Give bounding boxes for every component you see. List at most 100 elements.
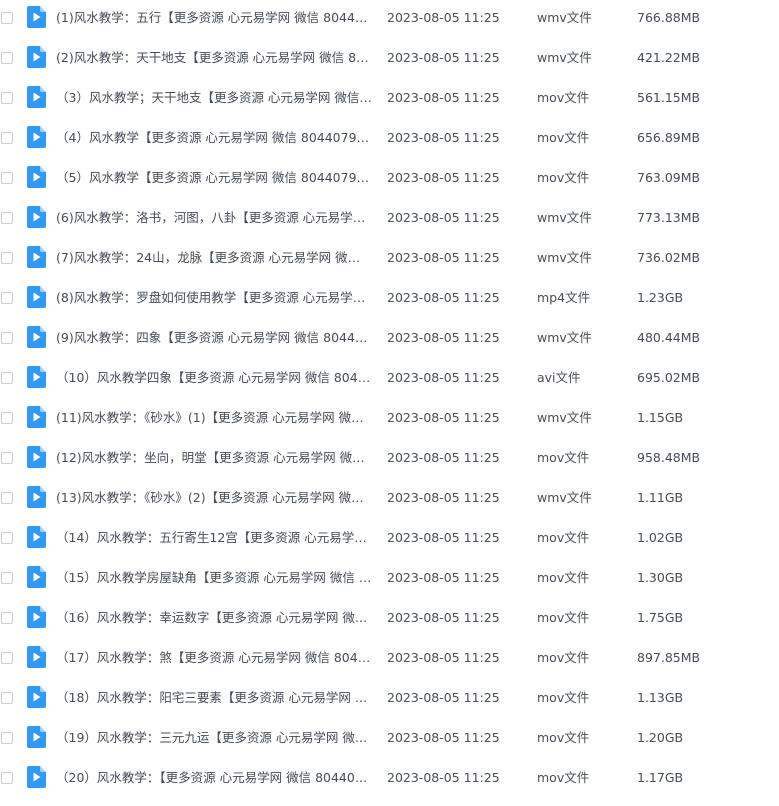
- file-name-link[interactable]: (8)风水教学：罗盘如何使用教学【更多资源 心元易学网 微信 804407916…: [56, 290, 372, 306]
- file-date: 2023-08-05 11:25: [387, 650, 500, 665]
- row-checkbox[interactable]: [1, 652, 13, 664]
- file-name-link[interactable]: （3）风水教学；天干地支【更多资源 心元易学网 微信 8044079161】: [56, 90, 372, 106]
- file-type: wmv文件: [537, 210, 592, 225]
- file-row[interactable]: （18）风水教学：阳宅三要素【更多资源 心元易学网 微信 8044079161】…: [0, 679, 779, 719]
- row-checkbox[interactable]: [1, 172, 13, 184]
- file-row[interactable]: （14）风水教学：五行寄生12宫【更多资源 心元易学网 微信 804407916…: [0, 519, 779, 559]
- file-name-link[interactable]: （19）风水教学：三元九运【更多资源 心元易学网 微信 8044079161】: [56, 730, 372, 746]
- file-size: 1.17GB: [637, 770, 684, 785]
- video-file-icon: [27, 286, 46, 308]
- file-row[interactable]: （20）风水教学：【更多资源 心元易学网 微信 8044079161】 2023…: [0, 759, 779, 799]
- row-checkbox[interactable]: [1, 692, 13, 704]
- file-name-link[interactable]: （15）风水教学房屋缺角【更多资源 心元易学网 微信 8044079161】: [56, 570, 372, 586]
- file-name-link[interactable]: （14）风水教学：五行寄生12宫【更多资源 心元易学网 微信 804407916…: [56, 530, 372, 546]
- row-checkbox[interactable]: [1, 572, 13, 584]
- file-date: 2023-08-05 11:25: [387, 730, 500, 745]
- row-checkbox[interactable]: [1, 612, 13, 624]
- row-checkbox[interactable]: [1, 52, 13, 64]
- file-row[interactable]: （5）风水教学【更多资源 心元易学网 微信 8044079161】 2023-0…: [0, 159, 779, 199]
- file-name-link[interactable]: (6)风水教学：洛书，河图，八卦【更多资源 心元易学网 微信 804407916…: [56, 210, 372, 226]
- row-checkbox[interactable]: [1, 92, 13, 104]
- file-type: wmv文件: [537, 250, 592, 265]
- row-checkbox[interactable]: [1, 292, 13, 304]
- file-date: 2023-08-05 11:25: [387, 370, 500, 385]
- file-date: 2023-08-05 11:25: [387, 530, 500, 545]
- video-file-icon: [27, 766, 46, 788]
- file-row[interactable]: (7)风水教学：24山，龙脉【更多资源 心元易学网 微信 8044079161】…: [0, 239, 779, 279]
- file-row[interactable]: （19）风水教学：三元九运【更多资源 心元易学网 微信 8044079161】 …: [0, 719, 779, 759]
- file-row[interactable]: （17）风水教学：煞【更多资源 心元易学网 微信 8044079161】 202…: [0, 639, 779, 679]
- file-size: 561.15MB: [637, 90, 701, 105]
- file-row[interactable]: （10）风水教学四象【更多资源 心元易学网 微信 8044079161】 202…: [0, 359, 779, 399]
- video-file-icon: [27, 6, 46, 28]
- file-name-link[interactable]: (13)风水教学：《砂水》(2)【更多资源 心元易学网 微信 804407916…: [56, 490, 372, 506]
- file-size: 1.13GB: [637, 690, 684, 705]
- file-size: 1.02GB: [637, 530, 684, 545]
- file-date: 2023-08-05 11:25: [387, 170, 500, 185]
- row-checkbox[interactable]: [1, 132, 13, 144]
- file-row[interactable]: (2)风水教学：天干地支【更多资源 心元易学网 微信 8044079161】 2…: [0, 39, 779, 79]
- file-size: 656.89MB: [637, 130, 701, 145]
- file-row[interactable]: (1)风水教学：五行【更多资源 心元易学网 微信 8044079161】 202…: [0, 0, 779, 39]
- file-date: 2023-08-05 11:25: [387, 50, 500, 65]
- file-row[interactable]: (6)风水教学：洛书，河图，八卦【更多资源 心元易学网 微信 804407916…: [0, 199, 779, 239]
- row-checkbox[interactable]: [1, 212, 13, 224]
- file-name-link[interactable]: (7)风水教学：24山，龙脉【更多资源 心元易学网 微信 8044079161】: [56, 250, 372, 266]
- file-row[interactable]: （4）风水教学【更多资源 心元易学网 微信 8044079161】 2023-0…: [0, 119, 779, 159]
- file-name-link[interactable]: （20）风水教学：【更多资源 心元易学网 微信 8044079161】: [56, 770, 372, 786]
- file-size: 773.13MB: [637, 210, 701, 225]
- file-size: 480.44MB: [637, 330, 701, 345]
- file-type: mov文件: [537, 610, 590, 625]
- video-file-icon: [27, 406, 46, 428]
- file-type: mp4文件: [537, 290, 591, 305]
- row-checkbox[interactable]: [1, 732, 13, 744]
- video-file-icon: [27, 166, 46, 188]
- file-date: 2023-08-05 11:25: [387, 130, 500, 145]
- video-file-icon: [27, 486, 46, 508]
- file-date: 2023-08-05 11:25: [387, 330, 500, 345]
- file-size: 695.02MB: [637, 370, 701, 385]
- file-type: mov文件: [537, 690, 590, 705]
- file-name-link[interactable]: （17）风水教学：煞【更多资源 心元易学网 微信 8044079161】: [56, 650, 372, 666]
- video-file-icon: [27, 366, 46, 388]
- row-checkbox[interactable]: [1, 772, 13, 784]
- file-size: 766.88MB: [637, 10, 701, 25]
- file-size: 421.22MB: [637, 50, 701, 65]
- file-row[interactable]: (12)风水教学：坐向，明堂【更多资源 心元易学网 微信 8044079161】…: [0, 439, 779, 479]
- row-checkbox[interactable]: [1, 12, 13, 24]
- row-checkbox[interactable]: [1, 532, 13, 544]
- file-size: 763.09MB: [637, 170, 701, 185]
- file-name-link[interactable]: （16）风水教学：幸运数字【更多资源 心元易学网 微信 8044079161】: [56, 610, 372, 626]
- file-type: wmv文件: [537, 410, 592, 425]
- video-file-icon: [27, 46, 46, 68]
- file-name-link[interactable]: （10）风水教学四象【更多资源 心元易学网 微信 8044079161】: [56, 370, 372, 386]
- row-checkbox[interactable]: [1, 412, 13, 424]
- file-name-link[interactable]: (11)风水教学：《砂水》(1)【更多资源 心元易学网 微信 804407916…: [56, 410, 372, 426]
- file-date: 2023-08-05 11:25: [387, 690, 500, 705]
- file-row[interactable]: (8)风水教学：罗盘如何使用教学【更多资源 心元易学网 微信 804407916…: [0, 279, 779, 319]
- row-checkbox[interactable]: [1, 252, 13, 264]
- file-name-link[interactable]: （18）风水教学：阳宅三要素【更多资源 心元易学网 微信 8044079161】: [56, 690, 372, 706]
- file-size: 1.20GB: [637, 730, 684, 745]
- file-row[interactable]: (11)风水教学：《砂水》(1)【更多资源 心元易学网 微信 804407916…: [0, 399, 779, 439]
- file-name-link[interactable]: (12)风水教学：坐向，明堂【更多资源 心元易学网 微信 8044079161】: [56, 450, 372, 466]
- file-type: wmv文件: [537, 10, 592, 25]
- file-name-link[interactable]: （5）风水教学【更多资源 心元易学网 微信 8044079161】: [56, 170, 372, 186]
- video-file-icon: [27, 526, 46, 548]
- row-checkbox[interactable]: [1, 372, 13, 384]
- file-row[interactable]: （15）风水教学房屋缺角【更多资源 心元易学网 微信 8044079161】 2…: [0, 559, 779, 599]
- file-row[interactable]: (9)风水教学：四象【更多资源 心元易学网 微信 8044079161】 202…: [0, 319, 779, 359]
- file-date: 2023-08-05 11:25: [387, 490, 500, 505]
- file-row[interactable]: （3）风水教学；天干地支【更多资源 心元易学网 微信 8044079161】 2…: [0, 79, 779, 119]
- file-row[interactable]: (13)风水教学：《砂水》(2)【更多资源 心元易学网 微信 804407916…: [0, 479, 779, 519]
- file-name-link[interactable]: （4）风水教学【更多资源 心元易学网 微信 8044079161】: [56, 130, 372, 146]
- file-row[interactable]: （16）风水教学：幸运数字【更多资源 心元易学网 微信 8044079161】 …: [0, 599, 779, 639]
- row-checkbox[interactable]: [1, 332, 13, 344]
- row-checkbox[interactable]: [1, 492, 13, 504]
- file-date: 2023-08-05 11:25: [387, 290, 500, 305]
- file-date: 2023-08-05 11:25: [387, 410, 500, 425]
- file-name-link[interactable]: (1)风水教学：五行【更多资源 心元易学网 微信 8044079161】: [56, 10, 372, 26]
- file-name-link[interactable]: (9)风水教学：四象【更多资源 心元易学网 微信 8044079161】: [56, 330, 372, 346]
- row-checkbox[interactable]: [1, 452, 13, 464]
- file-name-link[interactable]: (2)风水教学：天干地支【更多资源 心元易学网 微信 8044079161】: [56, 50, 372, 66]
